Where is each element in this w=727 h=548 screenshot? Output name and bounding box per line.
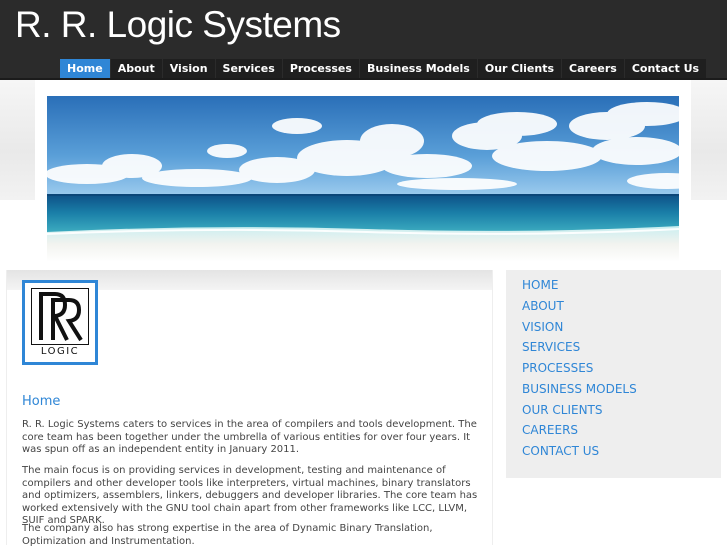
nav-item-services[interactable]: Services	[215, 59, 282, 78]
sidebar-item-vision[interactable]: VISION	[522, 320, 563, 334]
sidebar-item-home[interactable]: HOME	[522, 278, 558, 292]
company-logo[interactable]: LOGIC	[22, 280, 98, 365]
nav-item-processes[interactable]: Processes	[282, 59, 359, 78]
nav-item-about[interactable]: About	[110, 59, 162, 78]
nav-item-careers[interactable]: Careers	[562, 59, 624, 78]
sidebar-item-business-models[interactable]: BUSINESS MODELS	[522, 382, 637, 396]
sidebar-item-careers[interactable]: CAREERS	[522, 423, 578, 437]
sidebar-nav: HOME ABOUT VISION SERVICES PROCESSES BUS…	[506, 270, 721, 478]
page-heading: Home	[22, 394, 61, 409]
nav-item-vision[interactable]: Vision	[162, 59, 215, 78]
rr-logo-icon	[31, 288, 89, 345]
sidebar-item-about[interactable]: ABOUT	[522, 299, 564, 313]
focus-paragraph: The main focus is on providing services …	[22, 465, 478, 526]
site-header: R. R. Logic Systems Home About Vision Se…	[0, 0, 727, 80]
nav-item-our-clients[interactable]: Our Clients	[477, 59, 562, 78]
main-content: LOGIC Home R. R. Logic Systems caters to…	[6, 270, 493, 547]
intro-paragraph: R. R. Logic Systems caters to services i…	[22, 419, 477, 455]
nav-item-business-models[interactable]: Business Models	[359, 59, 477, 78]
sidebar-item-our-clients[interactable]: OUR CLIENTS	[522, 403, 603, 417]
nav-item-home[interactable]: Home	[60, 59, 110, 78]
sidebar-item-processes[interactable]: PROCESSES	[522, 361, 593, 375]
expertise-paragraph: The company also has strong expertise in…	[22, 523, 433, 547]
main-nav: Home About Vision Services Processes Bus…	[60, 59, 707, 78]
nav-item-contact-us[interactable]: Contact Us	[624, 59, 707, 78]
logo-text: LOGIC	[40, 346, 80, 357]
sidebar-item-services[interactable]: SERVICES	[522, 340, 580, 354]
site-title[interactable]: R. R. Logic Systems	[15, 4, 341, 46]
banner-image	[47, 96, 679, 262]
sidebar-item-contact-us[interactable]: CONTACT US	[522, 444, 599, 458]
ocean-beach-image	[47, 96, 679, 262]
